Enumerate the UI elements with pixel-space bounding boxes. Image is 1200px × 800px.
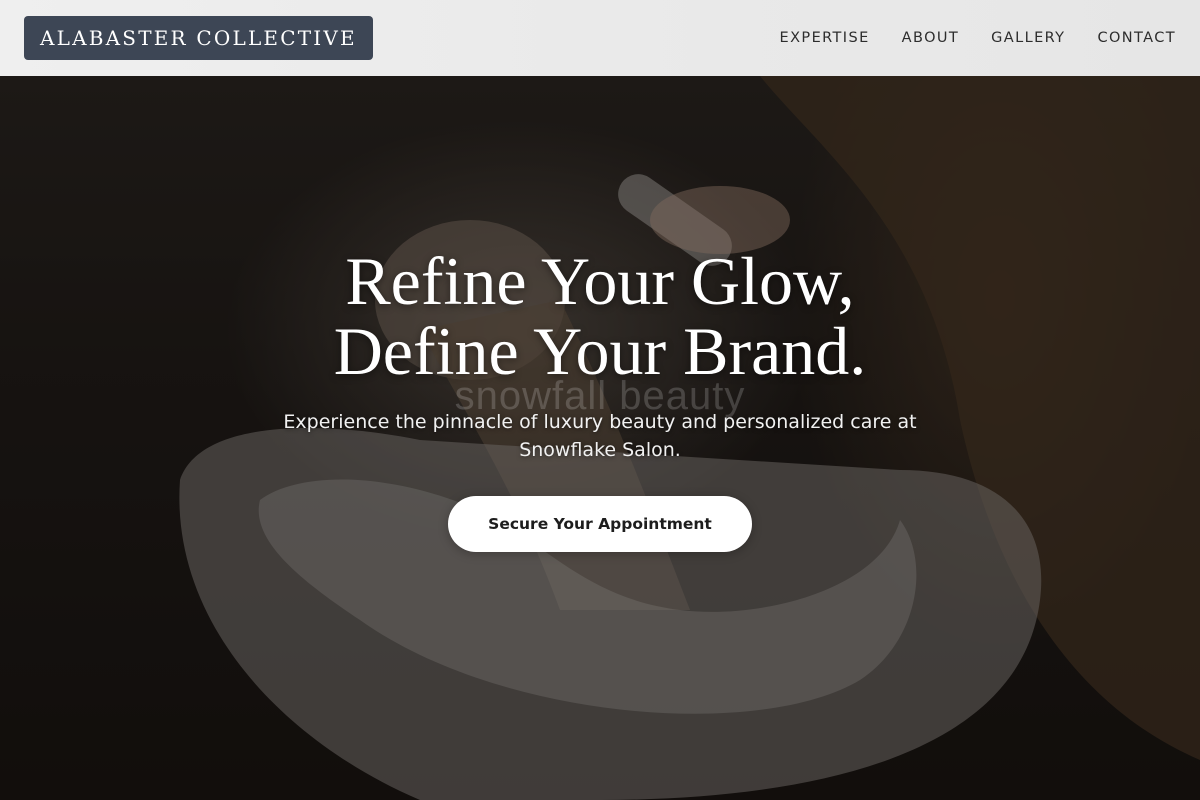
nav-link-about[interactable]: ABOUT (902, 30, 960, 46)
main-nav: EXPERTISE ABOUT GALLERY CONTACT (748, 30, 1176, 46)
site-header: ALABASTER COLLECTIVE EXPERTISE ABOUT GAL… (0, 0, 1200, 76)
nav-link-gallery[interactable]: GALLERY (991, 30, 1065, 46)
headline-line-2: Define Your Brand. (333, 313, 867, 389)
hero-content: Refine Your Glow, Define Your Brand. Exp… (0, 246, 1200, 552)
headline-line-1: Refine Your Glow, (345, 243, 855, 319)
hero-subtitle: Experience the pinnacle of luxury beauty… (283, 411, 917, 461)
nav-link-contact[interactable]: CONTACT (1097, 30, 1176, 46)
book-appointment-button[interactable]: Secure Your Appointment (448, 496, 752, 552)
brand-logo[interactable]: ALABASTER COLLECTIVE (24, 16, 373, 60)
nav-link-expertise[interactable]: EXPERTISE (780, 30, 870, 46)
hero-headline: Refine Your Glow, Define Your Brand. (334, 246, 867, 386)
